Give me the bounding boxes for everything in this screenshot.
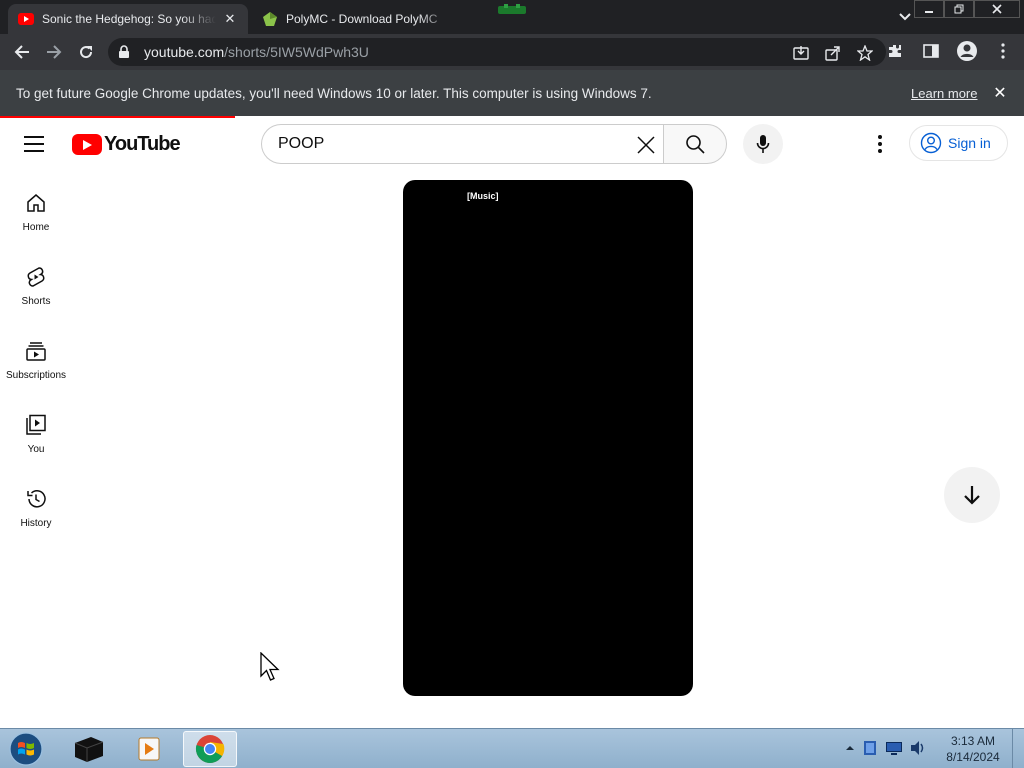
address-bar[interactable]: youtube.com/shorts/5IW5WdPwh3U <box>108 38 886 66</box>
clock-date: 8/14/2024 <box>946 750 1000 764</box>
sidebar-item-label: Home <box>22 222 50 233</box>
media-player-icon <box>138 737 160 761</box>
tab-search-chevron-icon[interactable] <box>896 8 914 26</box>
tab-polymc[interactable]: PolyMC - Download PolyMC <box>252 4 462 34</box>
sidebar-item-label: Subscriptions <box>5 370 67 381</box>
sidebar-item-history[interactable]: History <box>0 468 72 542</box>
sign-in-button[interactable]: Sign in <box>909 125 1008 161</box>
clock-time: 3:13 AM <box>950 734 996 748</box>
search-box <box>261 124 665 164</box>
start-button[interactable] <box>6 731 46 767</box>
arrow-down-icon <box>964 486 980 505</box>
search-input[interactable] <box>278 135 618 153</box>
show-desktop-button[interactable] <box>1012 729 1024 768</box>
back-icon[interactable] <box>6 36 38 68</box>
infobar-message: To get future Google Chrome updates, you… <box>16 85 652 101</box>
tab-title: PolyMC - Download PolyMC <box>286 12 438 26</box>
search-button[interactable] <box>663 124 727 164</box>
chrome-menu-icon[interactable] <box>988 36 1018 66</box>
tab-youtube[interactable]: Sonic the Hedgehog: So you had ✕ <box>8 4 248 34</box>
minimize-icon[interactable] <box>914 0 944 18</box>
bookmark-star-icon[interactable] <box>854 42 876 64</box>
show-hidden-icons-icon[interactable] <box>845 743 855 753</box>
clear-search-icon[interactable] <box>632 132 660 158</box>
windows-taskbar: 3:13 AM 8/14/2024 <box>0 728 1024 768</box>
system-tray <box>845 739 927 757</box>
app-box-icon <box>74 737 104 762</box>
update-infobar: To get future Google Chrome updates, you… <box>0 70 1024 116</box>
taskbar-app-blackbox[interactable] <box>62 731 116 767</box>
youtube-logo-icon <box>72 134 102 155</box>
tab-title: Sonic the Hedgehog: So you had <box>42 12 216 26</box>
action-center-flag-icon[interactable] <box>861 739 879 757</box>
sign-in-label: Sign in <box>948 135 991 151</box>
chrome-icon <box>195 735 225 763</box>
profile-icon[interactable] <box>952 36 982 66</box>
youtube-header: YouTube Sign in <box>0 118 1024 172</box>
volume-icon[interactable] <box>909 739 927 757</box>
mouse-cursor-icon <box>260 652 280 681</box>
sidebar-item-label: History <box>20 518 52 529</box>
sidebar-item-you[interactable]: You <box>0 394 72 468</box>
home-icon <box>27 194 45 212</box>
voice-search-button[interactable] <box>743 124 783 164</box>
shorts-video-player[interactable]: [Music] <box>403 180 693 696</box>
learn-more-link[interactable]: Learn more <box>911 86 977 101</box>
taskbar-app-chrome[interactable] <box>183 731 237 767</box>
install-app-icon[interactable] <box>790 42 812 64</box>
url-host: youtube.com <box>144 44 225 60</box>
reload-icon[interactable] <box>70 36 102 68</box>
side-panel-icon[interactable] <box>916 36 946 66</box>
sidebar-item-subscriptions[interactable]: Subscriptions <box>0 320 72 394</box>
browser-toolbar: youtube.com/shorts/5IW5WdPwh3U <box>0 34 1024 70</box>
sidebar-item-label: You <box>27 444 45 455</box>
url-path: /shorts/5IW5WdPwh3U <box>224 44 369 60</box>
youtube-logo-text: YouTube <box>104 133 181 155</box>
polymc-favicon-icon <box>262 11 278 27</box>
guide-menu-icon[interactable] <box>24 132 48 156</box>
you-icon <box>26 414 46 435</box>
subscriptions-icon <box>26 342 46 361</box>
settings-menu-icon[interactable] <box>868 132 892 156</box>
restore-icon[interactable] <box>944 0 974 18</box>
youtube-logo[interactable]: YouTube <box>72 133 181 156</box>
account-icon <box>920 132 942 154</box>
forward-icon[interactable] <box>38 36 70 68</box>
taskbar-app-media-player[interactable] <box>122 731 176 767</box>
windows-logo-icon <box>9 732 43 766</box>
infobar-close-icon[interactable]: ✕ <box>990 83 1010 103</box>
share-icon[interactable] <box>822 42 844 64</box>
tab-close-icon[interactable]: ✕ <box>222 11 238 27</box>
youtube-favicon-icon <box>18 11 34 27</box>
taskbar-clock[interactable]: 3:13 AM 8/14/2024 <box>946 733 1000 765</box>
sidebar-item-home[interactable]: Home <box>0 172 72 246</box>
tab-strip: Sonic the Hedgehog: So you had ✕ PolyMC … <box>0 0 1024 34</box>
window-controls <box>914 0 1020 18</box>
close-window-icon[interactable] <box>974 0 1020 18</box>
next-short-button[interactable] <box>944 467 1000 523</box>
network-icon[interactable] <box>885 739 903 757</box>
microphone-icon <box>756 135 770 153</box>
site-info-icon[interactable] <box>118 45 134 59</box>
extensions-icon[interactable] <box>880 36 910 66</box>
history-icon <box>27 490 46 508</box>
sidebar-item-shorts[interactable]: Shorts <box>0 246 72 320</box>
download-indicator-icon <box>498 4 526 14</box>
sidebar-item-label: Shorts <box>21 296 51 307</box>
search-icon <box>686 135 705 154</box>
shorts-icon <box>27 267 45 287</box>
video-caption: [Music] <box>467 191 499 201</box>
